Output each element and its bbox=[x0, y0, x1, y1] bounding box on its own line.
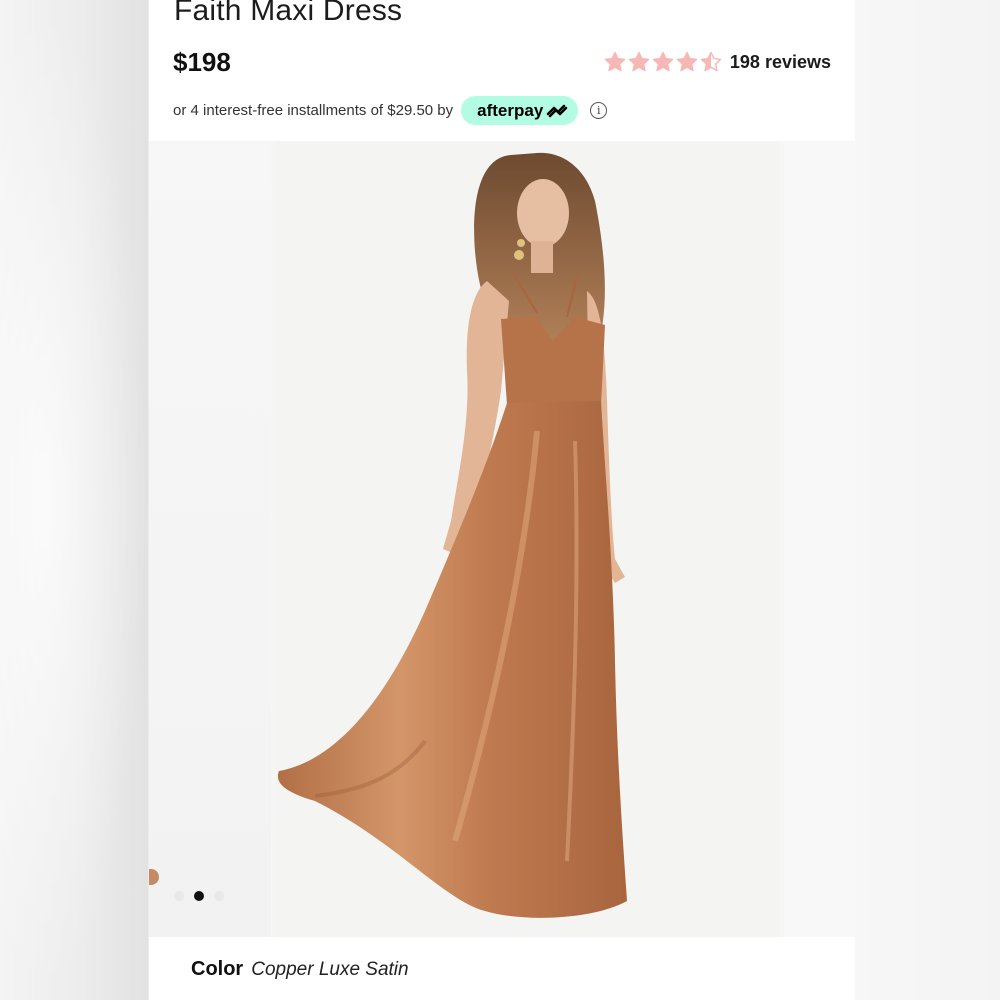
previous-slide-dress-hem bbox=[149, 869, 159, 885]
afterpay-wordmark: afterpay bbox=[477, 100, 544, 120]
model-in-dress-image bbox=[277, 152, 627, 918]
product-title: Faith Maxi Dress bbox=[174, 0, 403, 27]
screenshot-frame: Faith Maxi Dress $198 198 reviews or 4 i… bbox=[0, 0, 1000, 1000]
color-selector-row: Color Copper Luxe Satin bbox=[191, 958, 409, 981]
rating-summary[interactable]: 198 reviews bbox=[604, 51, 831, 73]
carousel-slide-next[interactable] bbox=[784, 141, 856, 937]
star-full-icon bbox=[604, 51, 626, 72]
star-full-icon bbox=[652, 51, 674, 72]
installments-row: or 4 interest-free installments of $29.5… bbox=[173, 96, 608, 125]
product-price: $198 bbox=[173, 47, 231, 77]
reviews-link[interactable]: 198 reviews bbox=[730, 52, 831, 73]
carousel-slide-current[interactable] bbox=[275, 141, 780, 937]
product-image-carousel[interactable] bbox=[149, 141, 856, 937]
star-half-icon bbox=[700, 51, 722, 72]
star-full-icon bbox=[628, 51, 650, 72]
selected-color-name: Copper Luxe Satin bbox=[251, 959, 409, 980]
color-label: Color bbox=[191, 958, 244, 980]
installments-text: or 4 interest-free installments of $29.5… bbox=[173, 102, 454, 119]
carousel-dot-active[interactable] bbox=[194, 891, 204, 901]
star-rating bbox=[604, 51, 722, 73]
star-full-icon bbox=[676, 51, 698, 72]
carousel-slide-previous[interactable] bbox=[149, 141, 271, 937]
blurred-background-left bbox=[0, 0, 148, 1000]
afterpay-arrows-icon bbox=[546, 104, 568, 117]
product-page: Faith Maxi Dress $198 198 reviews or 4 i… bbox=[148, 0, 856, 1000]
info-icon[interactable]: i bbox=[590, 102, 608, 119]
blurred-background-right bbox=[855, 0, 1000, 1000]
carousel-dot[interactable] bbox=[214, 891, 224, 901]
carousel-pagination-dots bbox=[174, 891, 224, 901]
carousel-dot[interactable] bbox=[174, 891, 184, 901]
afterpay-badge[interactable]: afterpay bbox=[461, 96, 579, 125]
